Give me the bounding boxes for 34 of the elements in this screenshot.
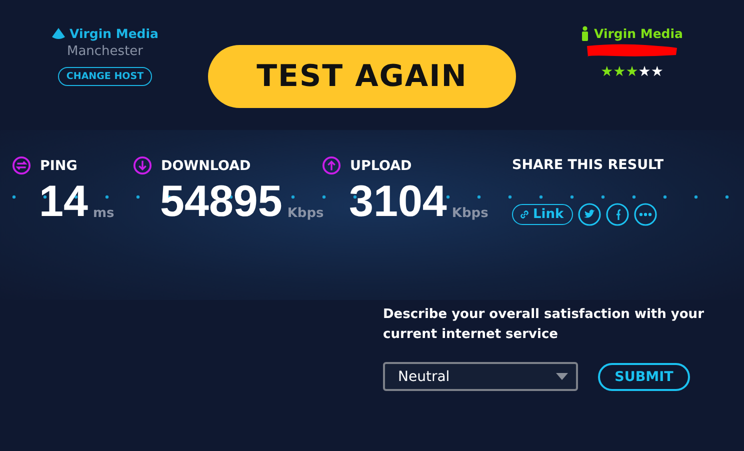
metric-label: UPLOAD bbox=[350, 158, 412, 174]
metric-value: 3104 bbox=[349, 179, 447, 225]
star-icon: ★ bbox=[650, 65, 664, 79]
test-again-button[interactable]: TEST AGAIN bbox=[208, 45, 516, 108]
satisfaction-dropdown[interactable]: Neutral bbox=[383, 362, 578, 391]
facebook-icon[interactable] bbox=[606, 203, 629, 226]
caret-icon bbox=[556, 373, 568, 380]
star-icon: ★ bbox=[626, 65, 638, 79]
metric-label: DOWNLOAD bbox=[161, 158, 251, 174]
star-icon: ★ bbox=[638, 65, 651, 79]
change-host-button[interactable]: CHANGE HOST bbox=[58, 67, 152, 86]
link-button[interactable]: Link bbox=[512, 204, 573, 225]
metric-label: PING bbox=[40, 158, 78, 174]
metric-unit: ms bbox=[92, 206, 114, 221]
server-icon bbox=[52, 28, 64, 40]
link-icon bbox=[519, 209, 530, 220]
isp-name: Virgin Media bbox=[594, 26, 683, 41]
satisfaction-question: Describe your overall satisfaction with your current internet service bbox=[383, 306, 705, 344]
bird-icon[interactable] bbox=[578, 203, 601, 226]
submit-button[interactable]: SUBMIT bbox=[598, 362, 690, 390]
metric-icon bbox=[322, 156, 341, 175]
more-icon[interactable] bbox=[634, 203, 657, 226]
person-icon bbox=[581, 26, 589, 41]
server-name: Virgin Media bbox=[70, 26, 158, 41]
metric-value: 14 bbox=[39, 179, 88, 225]
metric-icon bbox=[133, 156, 152, 175]
star-icon: ★ bbox=[613, 65, 626, 79]
metric-unit: Kbps bbox=[452, 206, 488, 221]
star-icon: ★ bbox=[600, 65, 614, 79]
server-location: Manchester bbox=[66, 44, 144, 59]
metric-value: 54895 bbox=[160, 179, 282, 225]
metric-icon bbox=[12, 156, 31, 175]
share-title: SHARE THIS RESULT bbox=[512, 157, 664, 173]
metric-unit: Kbps bbox=[287, 206, 324, 221]
